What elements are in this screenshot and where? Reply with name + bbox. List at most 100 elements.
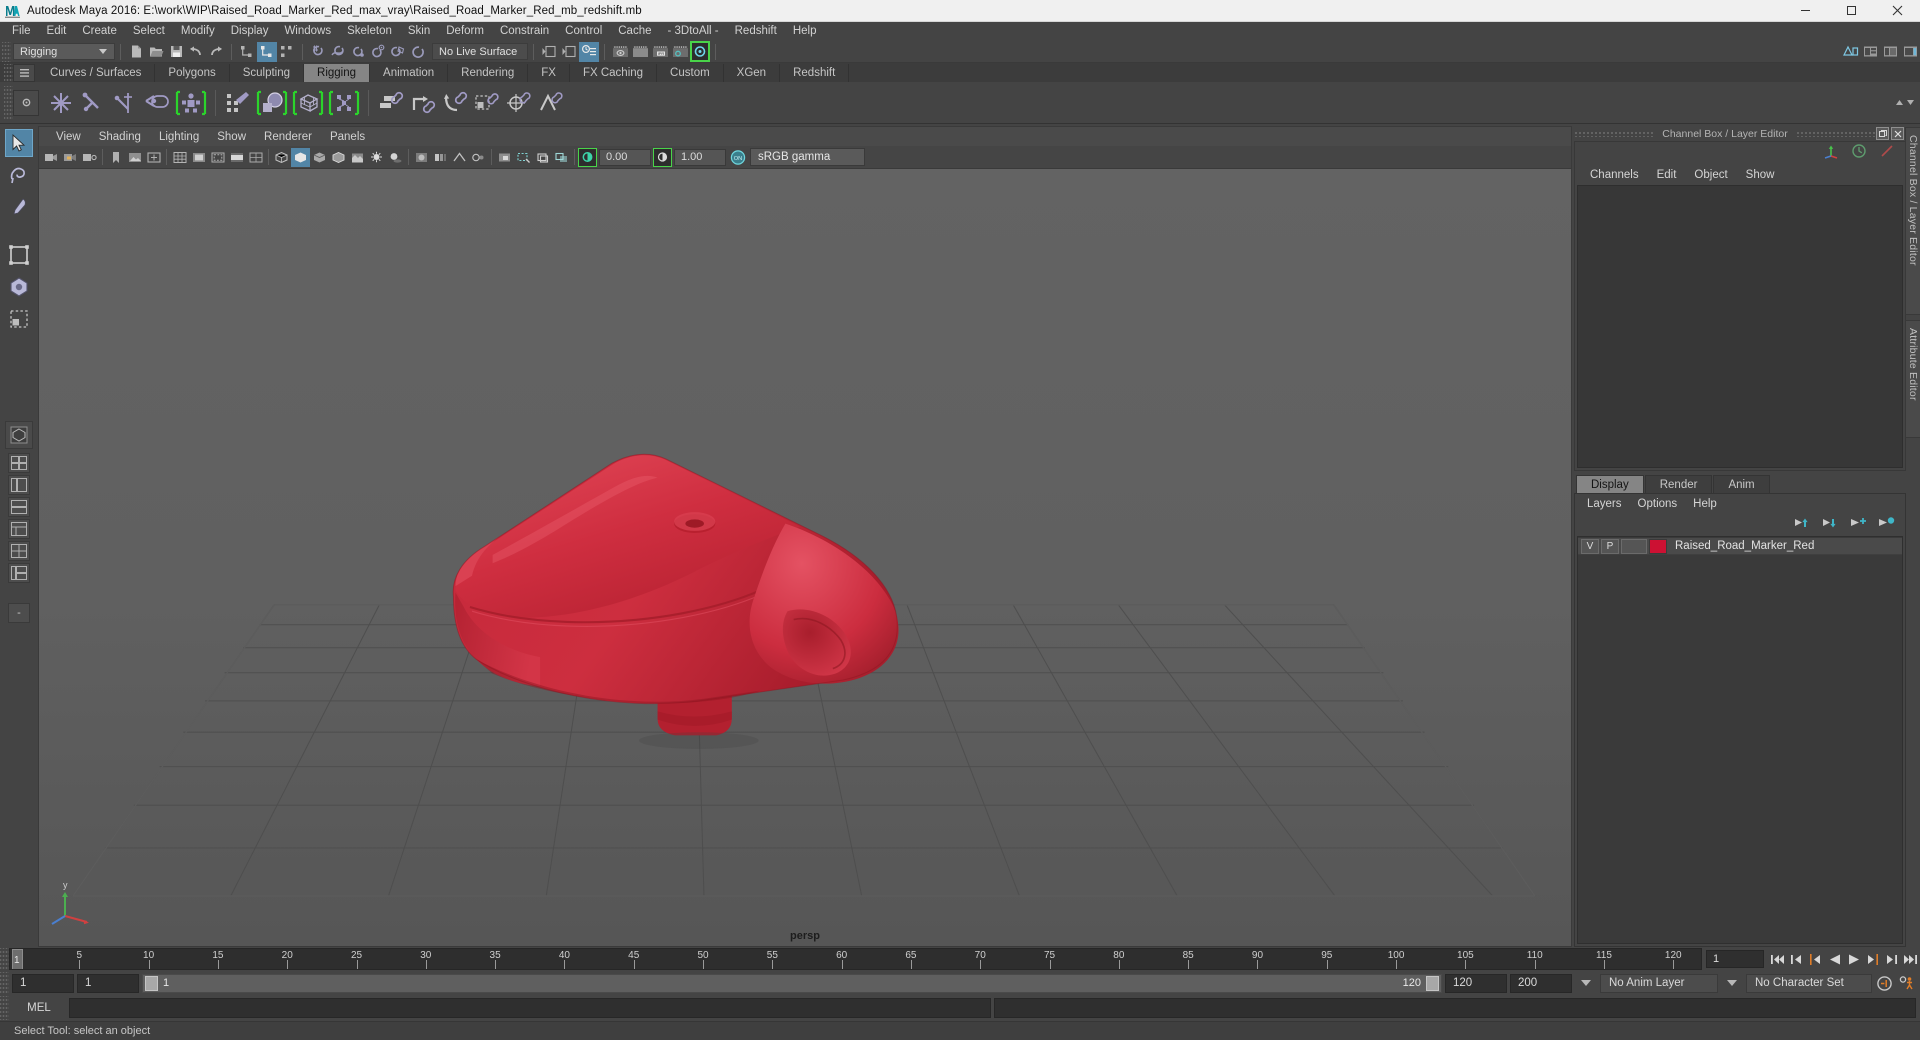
tab-display-layers[interactable]: Display (1576, 475, 1644, 493)
shelf-tab-xgen[interactable]: XGen (723, 64, 781, 82)
point-constraint-icon[interactable] (408, 87, 438, 119)
bind-skin-icon[interactable] (255, 87, 289, 119)
time-slider-track[interactable]: 1 5 10 15 20 25 30 35 40 45 50 55 60 65 70 75 80 85 90 95 1… (9, 948, 1702, 970)
step-forward-key-icon[interactable] (1863, 949, 1882, 969)
color-management-toggle-icon[interactable]: ON (728, 148, 747, 167)
select-by-hierarchy-icon[interactable] (237, 42, 257, 62)
input-values-icon[interactable] (559, 42, 579, 62)
menu-display[interactable]: Display (223, 22, 277, 41)
shadows-icon[interactable] (386, 148, 405, 167)
exposure-icon[interactable] (578, 147, 597, 167)
viewport-menu-shading[interactable]: Shading (90, 127, 150, 147)
play-backwards-icon[interactable] (1825, 949, 1844, 969)
dock-tab-attribute-editor[interactable]: Attribute Editor (1905, 320, 1920, 438)
outliner-persp-graph-layout[interactable] (8, 563, 30, 583)
lasso-select-tool[interactable] (5, 161, 33, 189)
redo-icon[interactable] (206, 42, 226, 62)
pole-vector-constraint-icon[interactable] (536, 87, 566, 119)
panel-drag-handle-right[interactable] (1795, 130, 1876, 137)
redshift-render-icon[interactable] (690, 41, 710, 62)
animation-start-time-field[interactable]: 1 (12, 973, 74, 993)
show-hide-tool-settings-icon[interactable] (1880, 42, 1900, 62)
screen-space-ao-icon[interactable] (412, 148, 431, 167)
layer-name[interactable]: Raised_Road_Marker_Red (1675, 540, 1814, 552)
menu-control[interactable]: Control (557, 22, 610, 41)
create-joint-icon[interactable] (46, 87, 76, 119)
perspective-viewport[interactable]: y persp (38, 168, 1572, 947)
playback-end-time-field[interactable]: 120 (1445, 973, 1507, 993)
current-frame-field[interactable]: 1 (1706, 950, 1764, 968)
new-scene-icon[interactable] (126, 42, 146, 62)
animation-end-time-field[interactable]: 200 (1510, 973, 1572, 993)
layer-menu-layers[interactable]: Layers (1579, 498, 1630, 510)
select-by-object-icon[interactable] (257, 41, 277, 62)
new-layer-icon[interactable] (1850, 516, 1867, 535)
range-start-handle[interactable] (145, 975, 158, 991)
animation-preferences-icon[interactable] (1897, 973, 1916, 993)
close-button[interactable] (1874, 0, 1920, 22)
xray-active-components-icon[interactable] (552, 148, 571, 167)
clock-icon[interactable] (1851, 143, 1867, 164)
smooth-shade-selected-icon[interactable] (310, 148, 329, 167)
menu-redshift[interactable]: Redshift (727, 22, 785, 41)
menu-skin[interactable]: Skin (400, 22, 438, 41)
gamma-icon[interactable] (653, 147, 672, 167)
show-hide-channel-box-icon[interactable] (1900, 42, 1920, 62)
snap-to-point-icon[interactable] (348, 42, 368, 62)
channelbox-menu-show[interactable]: Show (1737, 169, 1784, 181)
two-d-pan-zoom-icon[interactable] (144, 148, 163, 167)
anim-layer-selector[interactable]: No Anim Layer (1600, 973, 1718, 993)
shelf-menu-button[interactable] (13, 64, 35, 82)
go-to-start-icon[interactable] (1768, 949, 1787, 969)
channelbox-menu-edit[interactable]: Edit (1648, 169, 1686, 181)
input-attributes-icon[interactable] (539, 42, 559, 62)
smooth-shade-all-icon[interactable] (291, 147, 310, 167)
viewport-menu-view[interactable]: View (47, 127, 90, 147)
shelf-scroll-up-icon[interactable] (1894, 97, 1905, 108)
grid-toggle-icon[interactable] (170, 148, 189, 167)
menu-help[interactable]: Help (785, 22, 825, 41)
four-view-layout[interactable] (8, 453, 30, 473)
move-layer-up-icon[interactable] (1794, 516, 1811, 535)
shelf-tab-redshift[interactable]: Redshift (780, 64, 850, 82)
menu-modify[interactable]: Modify (173, 22, 223, 41)
xray-icon[interactable] (514, 148, 533, 167)
channelbox-menu-object[interactable]: Object (1685, 169, 1736, 181)
tab-anim-layers[interactable]: Anim (1713, 475, 1770, 493)
depth-of-field-icon[interactable] (469, 148, 488, 167)
viewport-menu-renderer[interactable]: Renderer (255, 127, 321, 147)
move-layer-down-icon[interactable] (1822, 516, 1839, 535)
undock-icon[interactable] (1876, 127, 1889, 140)
table-row[interactable]: V P Raised_Road_Marker_Red (1578, 538, 1902, 555)
scale-constraint-icon[interactable] (472, 87, 502, 119)
shelf-tab-fx[interactable]: FX (528, 64, 570, 82)
save-scene-icon[interactable] (166, 42, 186, 62)
ipr-render-icon[interactable]: IPR (650, 42, 670, 62)
film-gate-icon[interactable] (189, 148, 208, 167)
make-live-icon[interactable] (408, 42, 428, 62)
toolbox-collapse-button[interactable]: - (8, 603, 30, 623)
orient-constraint-icon[interactable] (440, 87, 470, 119)
parent-constraint-icon[interactable] (376, 87, 406, 119)
layer-color-swatch[interactable] (1649, 538, 1667, 554)
panel-drag-handle-left[interactable] (1574, 130, 1655, 137)
minimize-button[interactable] (1782, 0, 1828, 22)
menu-windows[interactable]: Windows (276, 22, 339, 41)
shelf-tab-fx-caching[interactable]: FX Caching (569, 64, 658, 82)
dock-tab-channel-box[interactable]: Channel Box / Layer Editor (1905, 127, 1920, 315)
render-settings-icon[interactable] (670, 42, 690, 62)
maximize-button[interactable] (1828, 0, 1874, 22)
persp-uv-editor-layout[interactable] (8, 541, 30, 561)
select-tool[interactable] (5, 129, 33, 157)
menu-file[interactable]: File (4, 22, 39, 41)
construction-history-icon[interactable] (579, 41, 599, 62)
snap-to-projected-center-icon[interactable] (368, 42, 388, 62)
scale-tool[interactable] (5, 305, 33, 333)
rotate-tool[interactable] (5, 273, 33, 301)
step-back-key-icon[interactable] (1806, 949, 1825, 969)
toolbar-grip[interactable] (2, 41, 11, 62)
bookmark-icon[interactable] (106, 148, 125, 167)
step-forward-frame-icon[interactable] (1882, 949, 1901, 969)
command-language-label[interactable]: MEL (12, 1002, 66, 1014)
layer-shading-toggle[interactable] (1621, 538, 1647, 554)
